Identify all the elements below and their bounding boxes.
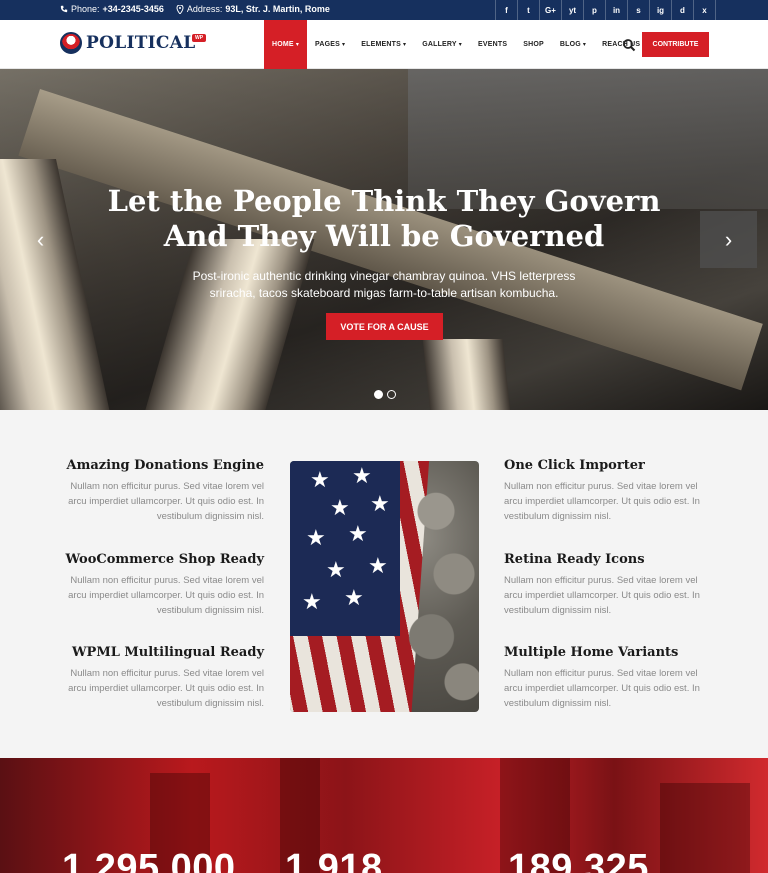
nav-label: Pages (315, 41, 341, 48)
linkedin-icon[interactable]: in (606, 0, 628, 20)
logo-tag: WP (192, 34, 207, 42)
feature-text: Nullam non efficitur purus. Sed vitae lo… (68, 481, 264, 522)
contact-info: Phone: +34-2345-3456 Address: 93L, Str. … (60, 4, 330, 14)
hero-headline-line1: Let the People Think They Govern (107, 184, 661, 218)
main-nav: Home ▾ Pages ▾ Elements ▾ Gallery ▾ Events S… (264, 20, 648, 69)
top-bar: Phone: +34-2345-3456 Address: 93L, Str. … (0, 0, 768, 20)
pinterest-icon[interactable]: p (584, 0, 606, 20)
facebook-icon[interactable]: f (496, 0, 518, 20)
nav-label: Gallery (422, 41, 457, 48)
phone-number[interactable]: +34-2345-3456 (103, 4, 164, 14)
feature-text: Nullam non efficitur purus. Sed vitae lo… (504, 481, 700, 522)
slider-prev-button[interactable]: ‹ (12, 211, 69, 268)
instagram-icon[interactable]: ig (650, 0, 672, 20)
main-header: POLITICAL WP Home ▾ Pages ▾ Elements ▾ Gall… (0, 20, 768, 69)
address-label: Address: (186, 4, 223, 14)
logo-text: POLITICAL (86, 33, 196, 53)
feature-title: WPML Multilingual Ready (71, 645, 264, 660)
hero-headline-line2: And They Will be Governed (163, 219, 605, 253)
nav-label: Events (478, 41, 508, 48)
phone-icon (60, 5, 68, 13)
feature-item: Amazing Donations Engine Nullam non effi… (64, 458, 265, 524)
flag-image: ★ ★ ★ ★ ★ ★ ★ ★ ★ ★ (290, 461, 479, 712)
hero-slider: Let the People Think They Govern And The… (0, 69, 768, 410)
nav-item-elements[interactable]: Elements ▾ (353, 20, 414, 69)
feature-title: WooCommerce Shop Ready (65, 552, 264, 567)
chevron-down-icon: ▾ (342, 42, 346, 48)
skype-icon[interactable]: s (628, 0, 650, 20)
nav-item-shop[interactable]: Shop (515, 20, 552, 69)
feature-item: Retina Ready Icons Nullam non efficitur … (504, 552, 704, 618)
nav-item-pages[interactable]: Pages ▾ (307, 20, 353, 69)
feature-title: Retina Ready Icons (504, 552, 645, 567)
nav-item-home[interactable]: Home ▾ (264, 20, 308, 69)
feature-item: WPML Multilingual Ready Nullam non effic… (64, 645, 264, 711)
hero-column (422, 339, 518, 410)
chevron-down-icon: ▾ (295, 42, 300, 48)
feature-item: WooCommerce Shop Ready Nullam non effici… (64, 552, 264, 618)
features-section: Amazing Donations Engine Nullam non effi… (0, 410, 768, 758)
address-text: 93L, Str. J. Martin, Rome (225, 4, 330, 14)
map-pin-icon (176, 4, 184, 14)
nav-label: Home (272, 41, 294, 48)
hero-headline: Let the People Think They Govern And The… (0, 184, 768, 254)
feature-item: One Click Importer Nullam non efficitur … (504, 458, 704, 524)
nav-item-events[interactable]: Events (470, 20, 515, 69)
feature-text: Nullam non efficitur purus. Sed vitae lo… (68, 575, 264, 616)
feature-text: Nullam non efficitur purus. Sed vitae lo… (504, 668, 700, 709)
slider-dots (374, 390, 396, 399)
contribute-button[interactable]: Contribute (642, 32, 709, 57)
hero-subtitle-line1: Post-ironic authentic drinking vinegar c… (192, 269, 576, 283)
stat-number: 1,918 (285, 847, 383, 873)
stat-number: 189,325 (508, 847, 649, 873)
slider-dot[interactable] (387, 390, 396, 399)
address-info: Address: 93L, Str. J. Martin, Rome (176, 4, 330, 14)
nav-label: Elements (361, 41, 401, 48)
google-plus-icon[interactable]: G+ (540, 0, 562, 20)
youtube-icon[interactable]: yt (562, 0, 584, 20)
phone-info: Phone: +34-2345-3456 (60, 4, 164, 14)
stats-section: 1,295,000 1,918 189,325 (0, 758, 768, 873)
nav-item-blog[interactable]: Blog ▾ (552, 20, 594, 69)
chevron-right-icon: › (724, 226, 733, 252)
feature-title: Amazing Donations Engine (66, 458, 265, 473)
feature-text: Nullam non efficitur purus. Sed vitae lo… (68, 668, 264, 709)
feature-item: Multiple Home Variants Nullam non effici… (504, 645, 704, 711)
twitter-icon[interactable]: t (518, 0, 540, 20)
chevron-down-icon: ▾ (458, 42, 462, 48)
nav-label: Shop (523, 41, 544, 48)
chevron-left-icon: ‹ (36, 226, 45, 252)
phone-label: Phone: (71, 4, 100, 14)
feature-title: Multiple Home Variants (504, 645, 679, 660)
site-logo[interactable]: POLITICAL WP (60, 32, 207, 54)
slider-next-button[interactable]: › (700, 211, 757, 268)
search-icon[interactable] (622, 38, 636, 52)
nav-item-gallery[interactable]: Gallery ▾ (414, 20, 470, 69)
hero-column (125, 239, 315, 410)
chevron-down-icon: ▾ (582, 42, 587, 48)
feature-title: One Click Importer (504, 458, 645, 473)
feature-text: Nullam non efficitur purus. Sed vitae lo… (504, 575, 700, 616)
dribbble-icon[interactable]: d (672, 0, 694, 20)
nav-label: Blog (559, 41, 581, 48)
social-links: f t G+ yt p in s ig d x (495, 0, 716, 20)
slider-dot-active[interactable] (374, 390, 383, 399)
stat-number: 1,295,000 (62, 847, 236, 873)
hero-subtitle: Post-ironic authentic drinking vinegar c… (0, 268, 768, 302)
chevron-down-icon: ▾ (402, 42, 407, 48)
vote-cta-button[interactable]: Vote for a cause (326, 313, 443, 340)
logo-seal-icon (60, 32, 82, 54)
hero-subtitle-line2: sriracha, tacos skateboard migas farm-to… (209, 286, 559, 300)
xing-icon[interactable]: x (694, 0, 716, 20)
